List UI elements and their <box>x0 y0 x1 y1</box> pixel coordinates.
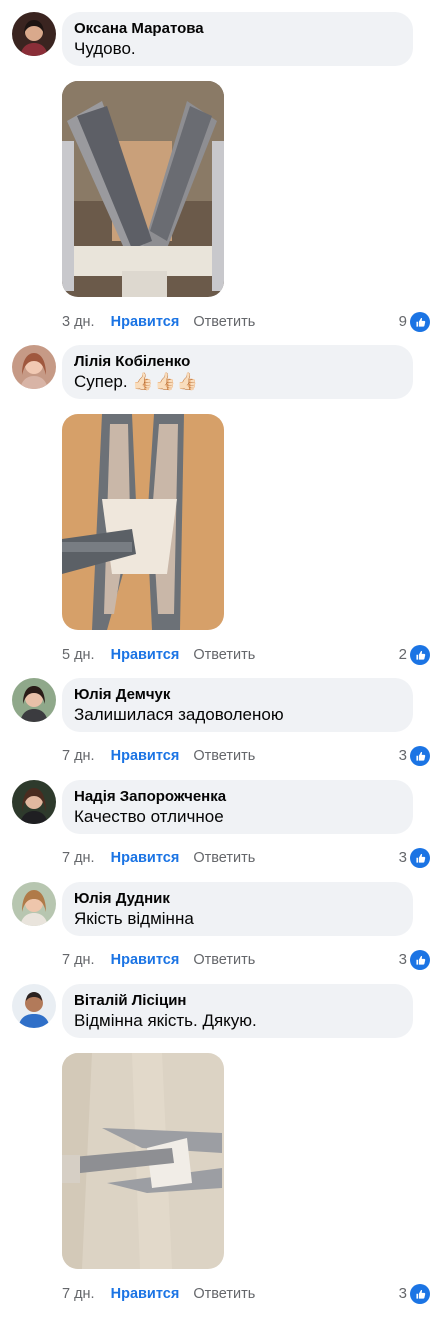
comment-actions: 7 дн. Нравится Ответить 3 <box>62 848 430 868</box>
reply-button[interactable]: Ответить <box>193 1286 255 1302</box>
reaction-summary[interactable]: 3 <box>399 950 430 970</box>
reaction-summary[interactable]: 2 <box>399 645 430 665</box>
reply-button[interactable]: Ответить <box>193 647 255 663</box>
author-name[interactable]: Юлія Демчук <box>74 686 401 704</box>
like-button[interactable]: Нравится <box>111 314 180 330</box>
comment-actions: 7 дн. Нравится Ответить 3 <box>62 746 430 766</box>
thumbs-up-icon <box>410 848 430 868</box>
thumbs-up-icon <box>410 1284 430 1304</box>
comment-text-main: Супер. <box>74 372 128 391</box>
comment-actions: 7 дн. Нравится Ответить 3 <box>62 950 430 970</box>
thumbs-emoji: 👍🏻👍🏻👍🏻 <box>132 372 199 391</box>
comment-bubble: Віталій Лісіцин Відмінна якість. Дякую. <box>62 984 413 1038</box>
reaction-count: 3 <box>398 849 407 866</box>
comment-actions: 5 дн. Нравится Ответить 2 <box>62 645 430 665</box>
comment-bubble: Лілія Кобіленко Супер. 👍🏻👍🏻👍🏻 <box>62 345 413 399</box>
avatar[interactable] <box>12 678 56 722</box>
reaction-count: 9 <box>398 313 407 330</box>
reaction-count: 3 <box>398 951 407 968</box>
reaction-summary[interactable]: 9 <box>399 312 430 332</box>
comment-bubble: Юлія Дудник Якість відмінна <box>62 882 413 936</box>
comment-photo[interactable] <box>62 414 224 630</box>
author-name[interactable]: Юлія Дудник <box>74 890 401 908</box>
thumbs-up-icon <box>410 645 430 665</box>
comment-bubble: Надія Запорожченка Качество отличное <box>62 780 413 834</box>
like-button[interactable]: Нравится <box>111 850 180 866</box>
comment-time[interactable]: 7 дн. <box>62 748 95 764</box>
comment-photo[interactable] <box>62 1053 224 1269</box>
comment-bubble: Оксана Маратова Чудово. <box>62 12 413 66</box>
author-name[interactable]: Оксана Маратова <box>74 20 401 38</box>
comment-text: Чудово. <box>74 39 136 58</box>
author-name[interactable]: Віталій Лісіцин <box>74 992 401 1010</box>
author-name[interactable]: Надія Запорожченка <box>74 788 401 806</box>
reply-button[interactable]: Ответить <box>193 314 255 330</box>
comment-text: Качество отличное <box>74 807 224 826</box>
thumbs-up-icon <box>410 312 430 332</box>
reaction-summary[interactable]: 3 <box>399 848 430 868</box>
comment-actions: 3 дн. Нравится Ответить 9 <box>62 312 430 332</box>
reaction-summary[interactable]: 3 <box>399 746 430 766</box>
comment-text: Якість відмінна <box>74 909 194 928</box>
reaction-count: 3 <box>398 1285 407 1302</box>
reply-button[interactable]: Ответить <box>193 748 255 764</box>
reaction-count: 2 <box>398 646 407 663</box>
like-button[interactable]: Нравится <box>111 748 180 764</box>
avatar[interactable] <box>12 12 56 56</box>
like-button[interactable]: Нравится <box>111 647 180 663</box>
avatar[interactable] <box>12 882 56 926</box>
avatar[interactable] <box>12 984 56 1028</box>
comment-actions: 7 дн. Нравится Ответить 3 <box>62 1284 430 1304</box>
comment-text: Залишилася задоволеною <box>74 705 284 724</box>
reaction-summary[interactable]: 3 <box>399 1284 430 1304</box>
avatar[interactable] <box>12 345 56 389</box>
author-name[interactable]: Лілія Кобіленко <box>74 353 401 371</box>
reply-button[interactable]: Ответить <box>193 850 255 866</box>
comment-time[interactable]: 7 дн. <box>62 850 95 866</box>
comment-text: Відмінна якість. Дякую. <box>74 1011 257 1030</box>
avatar[interactable] <box>12 780 56 824</box>
reaction-count: 3 <box>398 747 407 764</box>
reply-button[interactable]: Ответить <box>193 952 255 968</box>
comment-time[interactable]: 5 дн. <box>62 647 95 663</box>
comment-text: Супер. 👍🏻👍🏻👍🏻 <box>74 371 401 393</box>
like-button[interactable]: Нравится <box>111 1286 180 1302</box>
comment-time[interactable]: 7 дн. <box>62 1286 95 1302</box>
comment-time[interactable]: 3 дн. <box>62 314 95 330</box>
comment-bubble: Юлія Демчук Залишилася задоволеною <box>62 678 413 732</box>
comment-photo[interactable] <box>62 81 224 297</box>
like-button[interactable]: Нравится <box>111 952 180 968</box>
comment-time[interactable]: 7 дн. <box>62 952 95 968</box>
thumbs-up-icon <box>410 746 430 766</box>
thumbs-up-icon <box>410 950 430 970</box>
